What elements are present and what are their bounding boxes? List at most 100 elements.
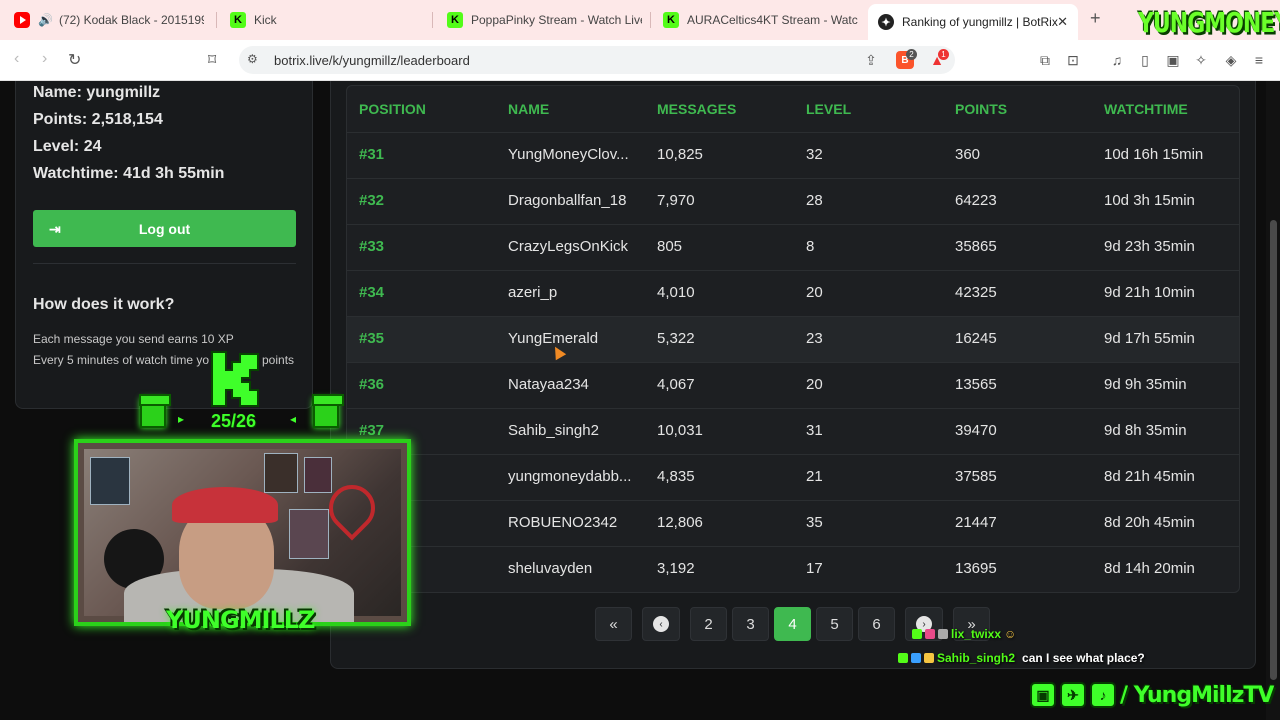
bookmark-icon[interactable]: ⌑ [208, 50, 216, 70]
header-watchtime[interactable]: WATCHTIME [1104, 101, 1188, 117]
gift-badge-icon [938, 629, 948, 639]
back-arrow-icon[interactable]: ‹ [14, 50, 19, 68]
wall-poster [264, 453, 298, 493]
chevron-left-icon: ‹ [653, 616, 669, 632]
tab-title: (72) Kodak Black - 2015199715 [58, 13, 204, 27]
logout-button[interactable]: ⇥ Log out [33, 210, 296, 247]
page-6-button[interactable]: 6 [858, 607, 895, 641]
forward-arrow-icon[interactable]: › [42, 50, 47, 68]
tab-poppapinky[interactable]: K PoppaPinky Stream - Watch Live o [447, 0, 642, 40]
row-watchtime: 9d 21h 10min [1104, 284, 1195, 301]
tab-title: AURACeltics4KT Stream - Watch L [687, 13, 858, 27]
webcam-frame [74, 439, 411, 626]
row-watchtime: 9d 9h 35min [1104, 376, 1187, 393]
arrow-right-icon: ▸ [178, 412, 185, 426]
rewards-count-badge: 1 [938, 49, 949, 60]
row-level: 21 [806, 468, 823, 485]
sidebar-icon[interactable]: ▯ [1136, 51, 1154, 69]
row-messages: 5,322 [657, 330, 695, 347]
row-position: #32 [359, 192, 385, 209]
site-settings-icon[interactable]: ⚙ [247, 52, 258, 66]
row-position: #35 [359, 330, 385, 347]
tab-separator [650, 12, 651, 28]
arrow-left-icon: ◂ [290, 412, 297, 426]
how-line-2-end: points [262, 353, 295, 367]
row-name: azeri_p [508, 284, 558, 301]
tiktok-icon: ♪ [1090, 682, 1116, 708]
scrollbar-thumb[interactable] [1270, 220, 1277, 680]
vpn-icon[interactable]: ◈ [1222, 51, 1240, 69]
tab-botrix-ranking[interactable]: ✦ Ranking of yungmillz | BotRix ✕ [868, 4, 1078, 40]
kick-badge-icon [898, 653, 908, 663]
row-messages: 10,031 [657, 422, 703, 439]
page-3-button[interactable]: 3 [732, 607, 769, 641]
emoji-icon: ☺ [1004, 627, 1017, 641]
shields-count-badge: 2 [906, 49, 917, 60]
header-name[interactable]: NAME [508, 101, 549, 117]
row-name: YungEmerald [508, 330, 599, 347]
twitter-icon: ✈ [1060, 682, 1086, 708]
prev-page-button[interactable]: ‹ [642, 607, 680, 641]
row-messages: 4,067 [657, 376, 695, 393]
chat-text: can I see what place? [1022, 651, 1145, 665]
row-messages: 4,010 [657, 284, 695, 301]
row-messages: 805 [657, 238, 683, 255]
new-tab-button[interactable]: + [1090, 8, 1101, 29]
kick-logo-icon [211, 351, 259, 407]
row-points: 42325 [955, 284, 997, 301]
header-position[interactable]: POSITION [359, 101, 426, 117]
first-page-button[interactable]: « [595, 607, 632, 641]
social-banner: ▣ ✈ ♪ / YungMillzTV [1030, 680, 1274, 710]
row-points: 39470 [955, 422, 997, 439]
header-points[interactable]: POINTS [955, 101, 1007, 117]
tab-kick[interactable]: K Kick [230, 0, 420, 40]
row-level: 28 [806, 192, 823, 209]
row-points: 13565 [955, 376, 997, 393]
row-points: 13695 [955, 560, 997, 577]
row-watchtime: 9d 8h 35min [1104, 422, 1187, 439]
chat-message: lix_twixx ☺ [912, 627, 1016, 641]
page-2-button[interactable]: 2 [690, 607, 727, 641]
url-text[interactable]: botrix.live/k/yungmillz/leaderboard [274, 53, 470, 68]
chat-username: Sahib_singh2 [937, 651, 1016, 665]
row-watchtime: 10d 3h 15min [1104, 192, 1195, 209]
wall-poster [304, 457, 332, 493]
close-icon[interactable]: ✕ [1057, 14, 1068, 30]
profile-name: Name: yungmillz [33, 84, 161, 101]
leo-ai-icon[interactable]: ✧ [1192, 51, 1210, 69]
wallet-icon[interactable]: ▣ [1164, 51, 1182, 69]
sub-goal-counter: 25/26 [211, 411, 257, 431]
tab-auraceltics[interactable]: K AURACeltics4KT Stream - Watch L [663, 0, 858, 40]
row-watchtime: 8d 20h 45min [1104, 514, 1195, 531]
music-icon[interactable]: ♫ [1108, 51, 1126, 69]
row-points: 21447 [955, 514, 997, 531]
reload-icon[interactable]: ↻ [68, 50, 81, 70]
menu-icon[interactable]: ≡ [1250, 51, 1268, 69]
header-level[interactable]: LEVEL [806, 101, 851, 117]
row-messages: 7,970 [657, 192, 695, 209]
page-4-button[interactable]: 4 [774, 607, 811, 641]
tab-youtube[interactable]: 🔊 (72) Kodak Black - 2015199715 [14, 0, 204, 40]
row-points: 35865 [955, 238, 997, 255]
tab-separator [216, 12, 217, 28]
how-it-works-title: How does it work? [33, 296, 175, 313]
divider [33, 263, 296, 264]
tab-title: Ranking of yungmillz | BotRix [902, 15, 1058, 29]
chat-message: Sahib_singh2 can I see what place? [898, 651, 1145, 665]
screenshot-icon[interactable]: ⊡ [1064, 51, 1082, 69]
share-icon[interactable]: ⇪ [862, 51, 880, 69]
row-watchtime: 9d 23h 35min [1104, 238, 1195, 255]
page-5-button[interactable]: 5 [816, 607, 853, 641]
extensions-icon[interactable]: ⧉ [1036, 51, 1054, 69]
profile-level: Level: 24 [33, 138, 102, 155]
header-messages[interactable]: MESSAGES [657, 101, 736, 117]
row-points: 37585 [955, 468, 997, 485]
speaker-icon[interactable]: 🔊 [38, 13, 53, 27]
kick-icon: K [447, 12, 463, 28]
sub-badge-icon [925, 629, 935, 639]
row-points: 16245 [955, 330, 997, 347]
row-messages: 3,192 [657, 560, 695, 577]
row-name: Sahib_singh2 [508, 422, 599, 439]
youtube-icon [14, 12, 30, 28]
kick-badge-icon [912, 629, 922, 639]
